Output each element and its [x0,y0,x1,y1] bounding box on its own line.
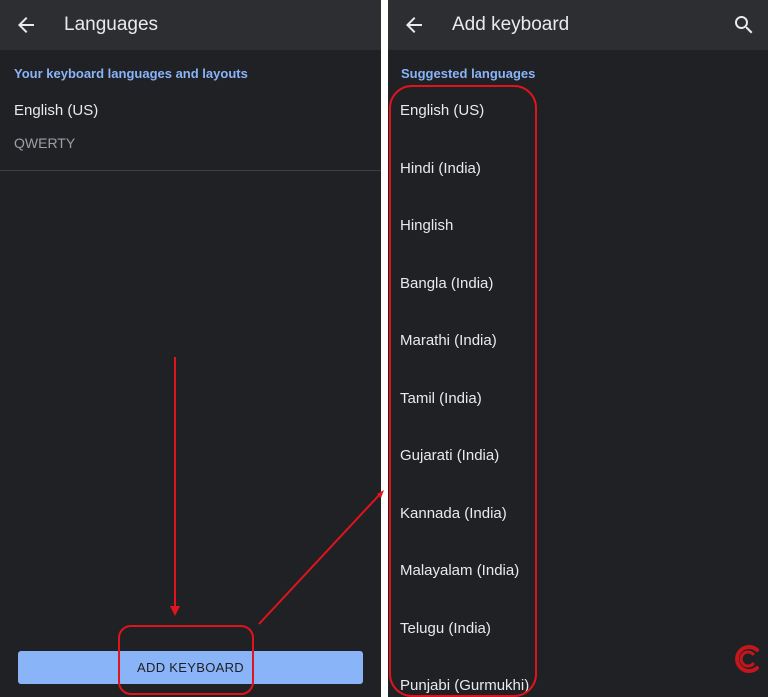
arrow-back-icon[interactable] [14,13,38,37]
language-item-gujarati[interactable]: Gujarati (India) [400,432,740,490]
page-title: Languages [64,14,159,35]
keyboard-layout-label: QWERTY [14,135,76,151]
app-bar: Add keyboard [388,0,768,50]
language-item-kannada[interactable]: Kannada (India) [400,490,740,548]
language-item-punjabi[interactable]: Punjabi (Gurmukhi) [400,662,740,697]
add-keyboard-button[interactable]: ADD KEYBOARD [18,651,363,684]
suggested-language-list: English (US) Hindi (India) Hinglish Bang… [400,87,740,697]
search-icon[interactable] [732,13,756,37]
add-keyboard-screen: Add keyboard Suggested languages English… [388,0,768,697]
keyboard-language-item[interactable]: English (US) [14,102,98,119]
language-item-marathi[interactable]: Marathi (India) [400,317,740,375]
language-item-malayalam[interactable]: Malayalam (India) [400,547,740,605]
language-item-tamil[interactable]: Tamil (India) [400,375,740,433]
page-title: Add keyboard [452,14,570,35]
divider [0,170,381,171]
language-item-hindi[interactable]: Hindi (India) [400,145,740,203]
section-header: Your keyboard languages and layouts [14,66,248,81]
brand-logo [735,645,759,673]
language-item-hinglish[interactable]: Hinglish [400,202,740,260]
languages-screen: Languages Your keyboard languages and la… [0,0,381,697]
arrow-back-icon[interactable] [402,13,426,37]
language-item-telugu[interactable]: Telugu (India) [400,605,740,663]
app-bar: Languages [0,0,381,50]
language-item-english-us[interactable]: English (US) [400,87,740,145]
section-header: Suggested languages [401,66,536,81]
language-item-bangla[interactable]: Bangla (India) [400,260,740,318]
